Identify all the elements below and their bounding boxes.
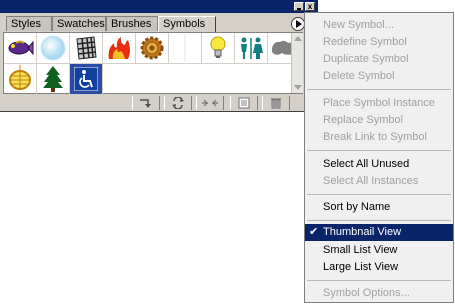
menu-separator: [307, 220, 451, 221]
trash-icon: [271, 98, 281, 109]
tab-brushes[interactable]: Brushes: [106, 16, 158, 31]
fabric-icon: [76, 36, 97, 60]
symbol-grid-scrollbar[interactable]: [291, 33, 303, 93]
symbols-palette-menu: New Symbol... Redefine Symbol Duplicate …: [304, 12, 454, 303]
menu-item-large-list-view[interactable]: Large List View: [305, 259, 453, 276]
restroom-symbol[interactable]: [235, 33, 268, 64]
menu-item-symbol-options[interactable]: Symbol Options...: [305, 285, 453, 302]
menu-item-select-all-instances[interactable]: Select All Instances: [305, 173, 453, 190]
lantern-symbol[interactable]: [4, 64, 37, 95]
scroll-up-icon[interactable]: [294, 36, 302, 41]
pine-tree-symbol[interactable]: [37, 64, 70, 95]
grid-fabric-symbol[interactable]: [70, 33, 103, 64]
checkmark-icon: ✔: [309, 226, 319, 238]
palette-menu-button[interactable]: [291, 17, 305, 31]
fish-symbol[interactable]: [4, 33, 37, 64]
tab-symbols[interactable]: Symbols: [158, 16, 216, 32]
menu-item-sort-by-name[interactable]: Sort by Name: [305, 199, 453, 216]
blank-icon: [184, 35, 186, 61]
pine-tree-icon: [43, 66, 63, 92]
menu-item-duplicate-symbol[interactable]: Duplicate Symbol: [305, 51, 453, 68]
palette-bottom-toolbar: [0, 95, 317, 111]
menu-separator: [307, 150, 451, 151]
lantern-icon: [9, 65, 31, 90]
symbols-palette: x Styles Swatches Brushes Symbols: [0, 0, 318, 112]
delete-symbol-button[interactable]: [262, 96, 290, 110]
menu-item-redefine-symbol[interactable]: Redefine Symbol: [305, 34, 453, 51]
scroll-down-icon[interactable]: [294, 85, 302, 90]
menu-separator: [307, 89, 451, 90]
close-button[interactable]: x: [305, 2, 315, 11]
light-bulb-icon: [210, 36, 226, 58]
symbol-grid: [3, 32, 303, 95]
break-link-icon: [202, 99, 218, 107]
new-symbol-icon: [238, 97, 250, 109]
menu-item-break-link[interactable]: Break Link to Symbol: [305, 129, 453, 146]
menu-item-new-symbol[interactable]: New Symbol...: [305, 17, 453, 34]
menu-separator: [307, 280, 451, 281]
menu-item-replace-symbol[interactable]: Replace Symbol: [305, 112, 453, 129]
blank-symbol[interactable]: [169, 33, 202, 64]
palette-titlebar[interactable]: [0, 0, 318, 13]
place-symbol-icon: [140, 99, 151, 108]
wheelchair-icon: [74, 67, 98, 91]
menu-item-place-symbol-instance[interactable]: Place Symbol Instance: [305, 95, 453, 112]
menu-item-label: Thumbnail View: [323, 226, 402, 238]
light-bulb-symbol[interactable]: [202, 33, 235, 64]
menu-item-select-all-unused[interactable]: Select All Unused: [305, 156, 453, 173]
fish-icon: [8, 40, 34, 56]
bubble-symbol[interactable]: [37, 33, 70, 64]
minimize-button[interactable]: [294, 2, 304, 11]
menu-item-delete-symbol[interactable]: Delete Symbol: [305, 68, 453, 85]
bubble-icon: [40, 35, 66, 61]
wheelchair-symbol[interactable]: [70, 64, 103, 95]
tab-styles[interactable]: Styles: [6, 16, 52, 31]
place-symbol-button[interactable]: [132, 96, 160, 110]
tab-swatches[interactable]: Swatches: [52, 16, 106, 31]
new-symbol-button[interactable]: [230, 96, 258, 110]
fire-symbol[interactable]: [103, 33, 136, 64]
restroom-icon: [241, 37, 263, 59]
replace-symbol-icon: [172, 97, 184, 109]
menu-item-thumbnail-view[interactable]: ✔ Thumbnail View: [305, 224, 453, 241]
replace-symbol-button[interactable]: [164, 96, 192, 110]
menu-item-small-list-view[interactable]: Small List View: [305, 242, 453, 259]
break-link-button[interactable]: [196, 96, 224, 110]
fire-icon: [108, 37, 130, 59]
menu-separator: [307, 194, 451, 195]
cog-symbol[interactable]: [136, 33, 169, 64]
cog-icon: [140, 36, 164, 60]
